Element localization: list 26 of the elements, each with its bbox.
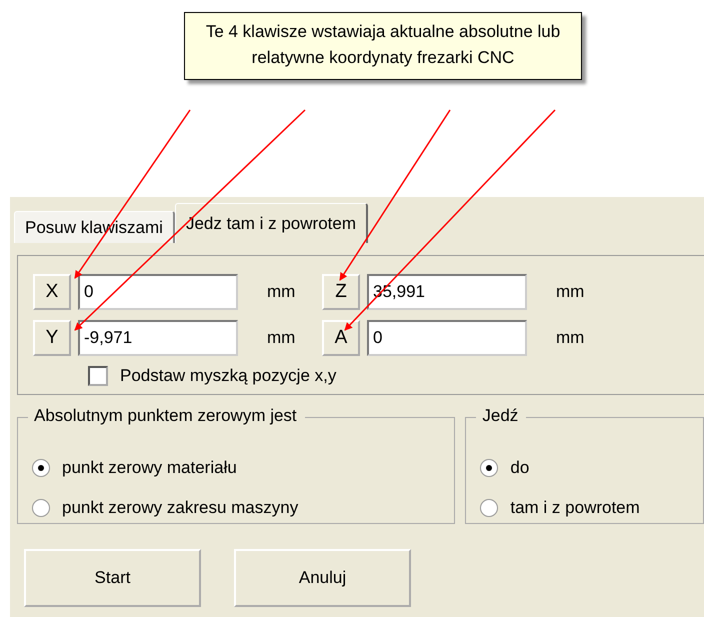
radio-button[interactable] xyxy=(480,499,498,517)
checkbox-label: Podstaw myszką pozycje x,y xyxy=(120,366,336,386)
axis-button[interactable]: X xyxy=(33,274,71,310)
action-button[interactable]: Start xyxy=(24,549,201,607)
axis-button[interactable]: Z xyxy=(322,274,360,310)
action-button[interactable]: Anuluj xyxy=(234,549,411,607)
coordinate-field[interactable]: -9,971 xyxy=(78,320,238,356)
unit-label: mm xyxy=(555,282,586,302)
radio-label: do xyxy=(510,458,530,478)
callout-note: Te 4 klawisze wstawiaja aktualne absolutne lub relatywne koordynaty frezarki CNC xyxy=(184,12,582,80)
axis-button[interactable]: A xyxy=(322,320,360,356)
radio-button[interactable] xyxy=(32,499,50,517)
coordinate-field[interactable]: 0 xyxy=(367,320,527,356)
unit-label: mm xyxy=(555,328,586,348)
unit-label: mm xyxy=(266,328,296,348)
unit-label: mm xyxy=(266,282,296,302)
tab[interactable]: Jedz tam i z powrotem xyxy=(174,203,368,243)
radio-label: tam i z powrotem xyxy=(510,498,640,518)
radio-button[interactable] xyxy=(480,459,498,477)
group-title: Absolutnym punktem zerowym jest xyxy=(28,406,305,426)
radio-button[interactable] xyxy=(32,459,50,477)
radio-label: punkt zerowy zakresu maszyny xyxy=(62,498,298,518)
radio-label: punkt zerowy materiału xyxy=(62,458,237,478)
axis-button[interactable]: Y xyxy=(33,320,71,356)
coordinate-field[interactable]: 0 xyxy=(78,274,238,310)
checkbox[interactable] xyxy=(88,366,108,386)
